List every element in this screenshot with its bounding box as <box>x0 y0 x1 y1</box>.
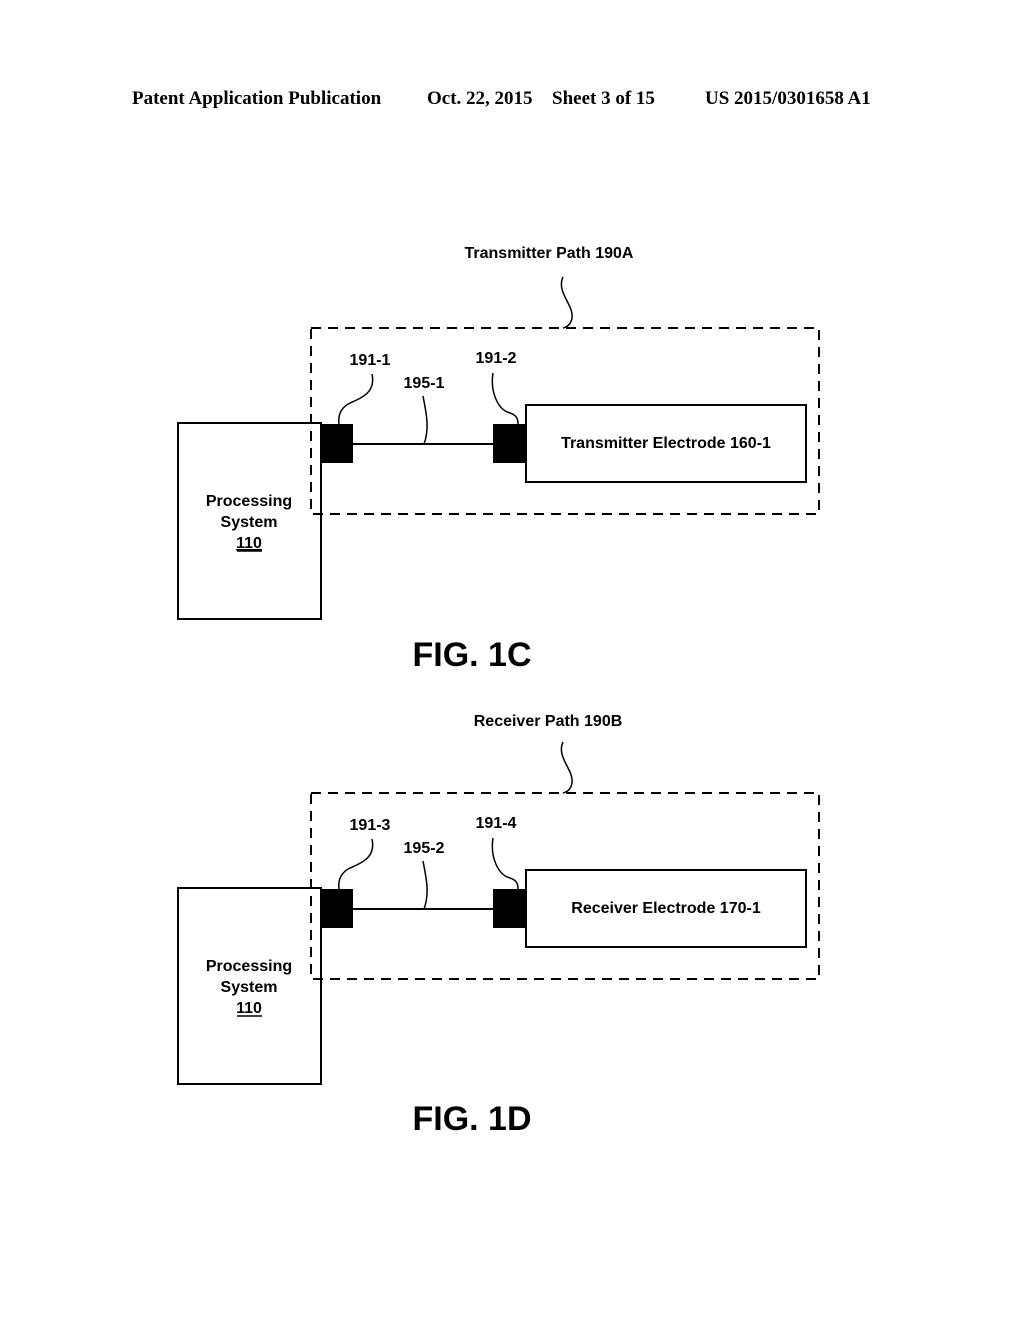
connector-b <box>493 424 525 463</box>
processing-system-label-2: System <box>221 514 278 531</box>
figure-1d: Receiver Path 190B Processing System 110… <box>177 713 820 1138</box>
connector-a-leader <box>338 373 374 425</box>
path-label-leader <box>560 276 573 329</box>
processing-system-ref: 110 <box>236 1000 262 1017</box>
connector-a-label: 191-1 <box>350 352 391 369</box>
figure-caption: FIG. 1D <box>412 1100 531 1138</box>
processing-system-label-1: Processing <box>206 493 292 510</box>
path-label: Transmitter Path 190A <box>465 245 634 262</box>
connector-b <box>493 889 525 928</box>
connector-a-leader <box>338 838 374 890</box>
trace-leader <box>422 395 428 445</box>
path-label: Receiver Path 190B <box>474 713 623 730</box>
path-label-leader <box>560 741 573 794</box>
connector-a <box>321 889 353 928</box>
processing-system-label-1: Processing <box>206 958 292 975</box>
connector-b-label: 191-4 <box>476 815 517 832</box>
electrode-label: Transmitter Electrode 160-1 <box>561 435 771 452</box>
processing-system-label-2: System <box>221 979 278 996</box>
trace-label: 195-1 <box>404 375 445 392</box>
figure-caption: FIG. 1C <box>412 636 531 674</box>
connector-a-label: 191-3 <box>350 817 391 834</box>
trace-label: 195-2 <box>404 840 445 857</box>
trace-leader <box>422 860 428 910</box>
connector-b-leader <box>491 837 519 890</box>
patent-drawing: Transmitter Path 190A Processing System … <box>177 245 820 1138</box>
connector-a <box>321 424 353 463</box>
electrode-label: Receiver Electrode 170-1 <box>571 900 761 917</box>
processing-system-ref: 110 <box>236 535 262 552</box>
connector-b-leader <box>491 372 519 425</box>
figure-1c: Transmitter Path 190A Processing System … <box>177 245 820 674</box>
connector-b-label: 191-2 <box>476 350 517 367</box>
